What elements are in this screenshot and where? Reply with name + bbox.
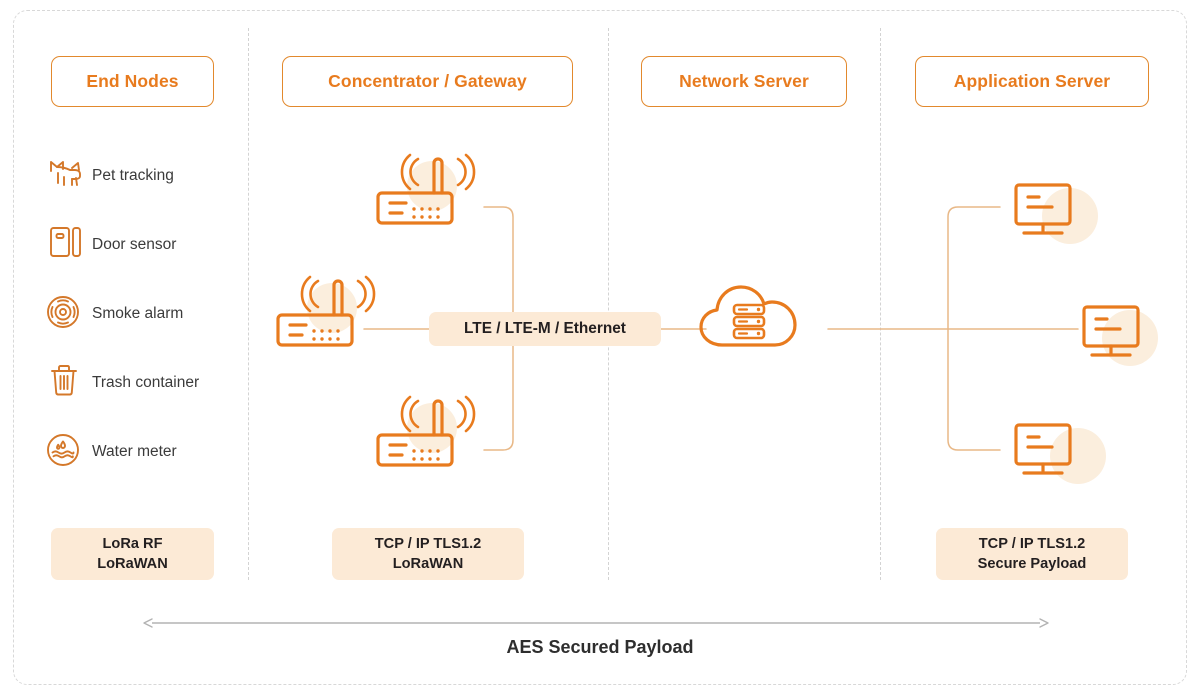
link-label-chip: LTE / LTE-M / Ethernet — [429, 312, 661, 346]
cloud-server-icon — [699, 285, 797, 347]
protocol-chip-end-nodes: LoRa RF LoRaWAN — [51, 528, 214, 580]
end-node-label: Trash container — [92, 374, 200, 391]
protocol-line-2: LoRaWAN — [392, 556, 464, 572]
pet-tracking-icon — [50, 161, 81, 186]
protocol-line-1: TCP / IP TLS1.2 — [374, 536, 482, 552]
smoke-alarm-icon — [47, 296, 79, 328]
end-node-label: Door sensor — [92, 236, 177, 253]
end-node-item-water-meter[interactable]: Water meter — [92, 432, 177, 472]
column-header-end-nodes[interactable]: End Nodes — [51, 56, 214, 107]
column-header-label: Application Server — [953, 71, 1111, 91]
end-node-item-trash-container[interactable]: Trash container — [92, 363, 199, 403]
end-node-item-door-sensor[interactable]: Door sensor — [92, 225, 176, 265]
protocol-line-2: LoRaWAN — [97, 556, 168, 572]
protocol-chip-concentrator-gateway: TCP / IP TLS1.2 LoRaWAN — [332, 528, 524, 580]
end-node-item-smoke-alarm[interactable]: Smoke alarm — [92, 294, 183, 334]
diagram-canvas: End Nodes Concentrator / Gateway Network… — [0, 0, 1200, 695]
protocol-line-1: TCP / IP TLS1.2 — [978, 536, 1086, 552]
door-sensor-icon — [50, 227, 81, 257]
protocol-chip-application-server: TCP / IP TLS1.2 Secure Payload — [936, 528, 1128, 580]
column-header-application-server[interactable]: Application Server — [915, 56, 1149, 107]
link-label-text: LTE / LTE-M / Ethernet — [464, 320, 626, 337]
end-node-label: Smoke alarm — [92, 305, 184, 322]
water-meter-icon — [47, 434, 79, 466]
column-header-network-server[interactable]: Network Server — [641, 56, 847, 107]
column-header-label: End Nodes — [86, 71, 179, 91]
protocol-line-2: Secure Payload — [977, 556, 1087, 572]
protocol-line-1: LoRa RF — [102, 536, 163, 552]
end-node-item-pet-tracking[interactable]: Pet tracking — [92, 156, 174, 196]
column-header-label: Concentrator / Gateway — [328, 71, 527, 91]
end-node-label: Pet tracking — [92, 167, 174, 184]
column-header-label: Network Server — [679, 71, 809, 91]
trash-container-icon — [51, 365, 77, 396]
aes-footer-label: AES Secured Payload — [506, 637, 694, 657]
column-header-concentrator-gateway[interactable]: Concentrator / Gateway — [282, 56, 573, 107]
end-node-label: Water meter — [92, 443, 177, 460]
